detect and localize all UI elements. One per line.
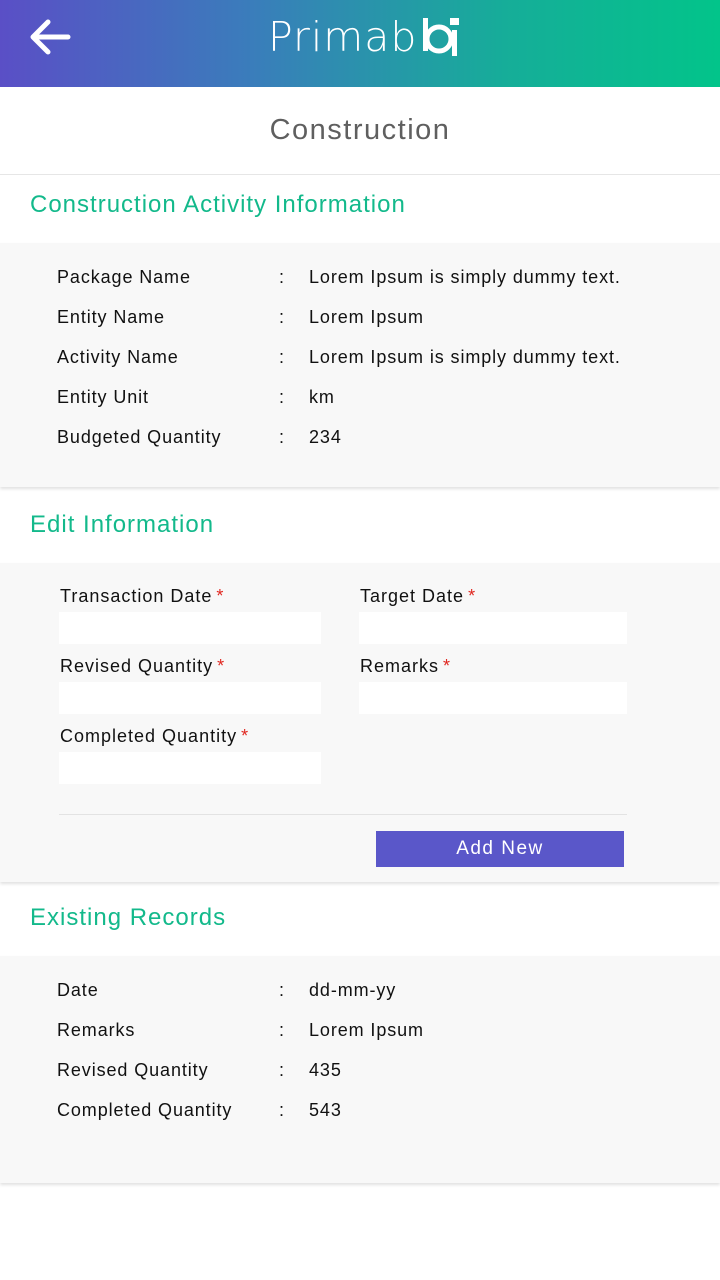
info-separator: : — [279, 267, 285, 287]
record-separator: : — [279, 1020, 285, 1040]
transaction-date-input[interactable] — [59, 612, 321, 644]
edit-info-heading: Edit Information — [30, 511, 215, 538]
required-marker: * — [241, 726, 250, 746]
app-header: Primab — [0, 0, 720, 87]
record-label: Date — [57, 980, 99, 1000]
info-separator: : — [279, 427, 285, 447]
app-logo: Primab — [268, 12, 463, 62]
target-date-label: Target Date * — [360, 586, 476, 607]
existing-records-panel: Date : dd-mm-yy Remarks : Lorem Ipsum Re… — [0, 956, 720, 1183]
existing-records-header: Existing Records — [0, 888, 720, 956]
info-separator: : — [279, 347, 285, 367]
remarks-label: Remarks * — [360, 656, 451, 677]
logo-mark-icon — [423, 18, 460, 56]
info-label: Entity Name — [57, 307, 165, 327]
revised-quantity-label: Revised Quantity * — [60, 656, 225, 677]
edit-info-header: Edit Information — [0, 495, 720, 563]
record-label: Revised Quantity — [57, 1060, 209, 1080]
required-marker: * — [216, 586, 225, 606]
add-new-button[interactable]: Add New — [376, 831, 624, 867]
logo-text: Primab — [268, 13, 418, 61]
existing-records-heading: Existing Records — [30, 904, 227, 931]
field-label-text: Completed Quantity — [60, 726, 238, 746]
record-value: 543 — [309, 1100, 342, 1120]
field-label-text: Remarks — [360, 656, 440, 676]
required-marker: * — [217, 656, 226, 676]
info-value: km — [309, 387, 335, 407]
activity-info-header: Construction Activity Information — [0, 175, 720, 243]
activity-info-heading: Construction Activity Information — [30, 191, 406, 218]
completed-quantity-label: Completed Quantity * — [60, 726, 249, 747]
edit-info-panel: Transaction Date * Target Date * Revised Q… — [0, 563, 720, 882]
record-value: 435 — [309, 1060, 342, 1080]
required-marker: * — [443, 656, 452, 676]
info-value: 234 — [309, 427, 342, 447]
form-divider — [59, 814, 627, 815]
transaction-date-label: Transaction Date * — [60, 586, 224, 607]
required-marker: * — [468, 586, 477, 606]
record-value: dd-mm-yy — [309, 980, 397, 1000]
record-separator: : — [279, 1060, 285, 1080]
field-label-text: Revised Quantity — [60, 656, 214, 676]
info-value: Lorem Ipsum is simply dummy text. — [309, 347, 621, 367]
info-label: Entity Unit — [57, 387, 149, 407]
record-separator: : — [279, 980, 285, 1000]
page-title-bar: Construction — [0, 87, 720, 175]
revised-quantity-input[interactable] — [59, 682, 321, 714]
record-label: Remarks — [57, 1020, 136, 1040]
info-separator: : — [279, 387, 285, 407]
field-label-text: Target Date — [360, 586, 465, 606]
page-title: Construction — [269, 114, 451, 146]
activity-info-panel: Package Name : Lorem Ipsum is simply dum… — [0, 243, 720, 487]
remarks-input[interactable] — [359, 682, 627, 714]
field-label-text: Transaction Date — [60, 586, 213, 606]
completed-quantity-input[interactable] — [59, 752, 321, 784]
info-label: Package Name — [57, 267, 191, 287]
info-value: Lorem Ipsum is simply dummy text. — [309, 267, 621, 287]
info-separator: : — [279, 307, 285, 327]
back-arrow-icon[interactable] — [26, 17, 74, 57]
info-value: Lorem Ipsum — [309, 307, 424, 327]
info-label: Budgeted Quantity — [57, 427, 222, 447]
record-label: Completed Quantity — [57, 1100, 233, 1120]
record-separator: : — [279, 1100, 285, 1120]
target-date-input[interactable] — [359, 612, 627, 644]
record-value: Lorem Ipsum — [309, 1020, 424, 1040]
info-label: Activity Name — [57, 347, 179, 367]
